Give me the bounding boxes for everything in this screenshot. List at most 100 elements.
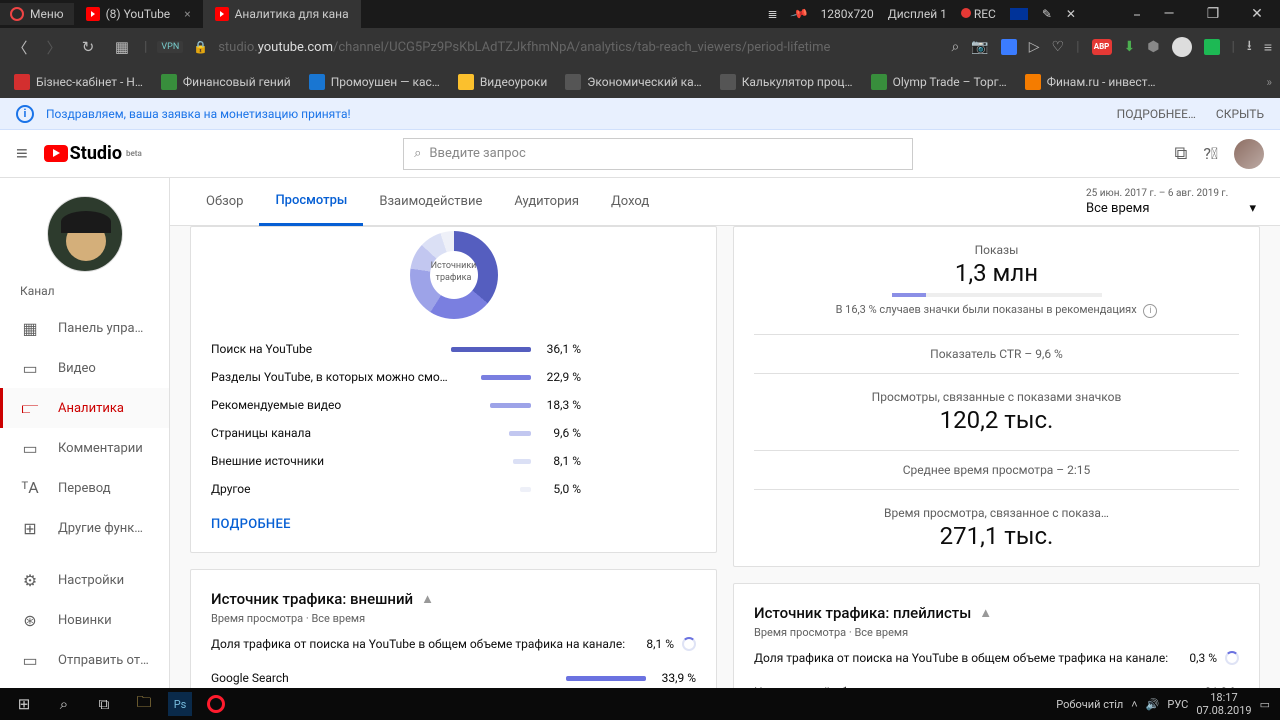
extension-icon[interactable] [1001, 39, 1017, 55]
card-subtitle: Время просмотра · Все время [754, 626, 1239, 639]
source-row[interactable]: Другое5,0 % [211, 475, 696, 503]
bookmark-item[interactable]: Видеоуроки [452, 71, 553, 93]
sidebar-item-analytics[interactable]: ⫍Аналитика [0, 388, 169, 428]
tab-engagement[interactable]: Взаимодействие [363, 178, 498, 226]
bookmark-item[interactable]: Olymp Trade – Торг… [865, 71, 1013, 93]
sidebar-item-translations[interactable]: ᵀAПеревод [0, 468, 169, 508]
browser-tab-youtube[interactable]: (8) YouTube × [74, 0, 203, 28]
hamburger-icon[interactable]: ≡ [16, 141, 28, 166]
close-rec-icon[interactable]: ✕ [1066, 7, 1076, 21]
forward-button[interactable]: 〉 [42, 35, 66, 59]
heart-icon[interactable]: ♡ [1052, 39, 1065, 55]
create-icon[interactable]: ⧉ [1174, 143, 1187, 164]
back-button[interactable]: 〈 [8, 35, 32, 59]
sidebar-item-comments[interactable]: ▭Комментарии [0, 428, 169, 468]
period-selector[interactable]: 25 июн. 2017 г. – 6 авг. 2019 г. Все вре… [1086, 188, 1256, 216]
extension-icon[interactable]: ⬢ [1147, 39, 1159, 55]
youtube-icon [44, 145, 68, 162]
close-button[interactable]: ✕ [1242, 6, 1272, 22]
download-icon[interactable]: ⬇ [1124, 39, 1136, 55]
browser-tab-analytics[interactable]: Аналитика для кана [203, 0, 361, 28]
sidebar-item-videos[interactable]: ▭Видео [0, 348, 169, 388]
avatar[interactable] [1234, 139, 1264, 169]
opera-icon[interactable] [196, 688, 236, 720]
bookmark-item[interactable]: Калькулятор проц… [714, 71, 859, 93]
close-icon[interactable]: × [184, 7, 190, 21]
windows-taskbar: ⊞ ⌕ ⧉ 🗀 Ps Робочий стіл ˄ 🔊 РУС 18:1707.… [0, 688, 1280, 720]
sidebar: Канал ▦Панель управления ▭Видео ⫍Аналити… [0, 178, 170, 720]
bookmark-item[interactable]: Бізнес-кабінет - Н… [8, 71, 149, 93]
bookmarks-overflow[interactable]: » [1266, 75, 1272, 89]
extension-icon[interactable] [1204, 39, 1220, 55]
sidebar-item-dashboard[interactable]: ▦Панель управления [0, 308, 169, 348]
more-button[interactable]: ПОДРОБНЕЕ [211, 503, 696, 532]
sidebar-item-feedback[interactable]: ▭Отправить отзыв [0, 640, 169, 680]
notification-banner: i Поздравляем, ваша заявка на монетизаци… [0, 98, 1280, 130]
source-row[interactable]: Разделы YouTube, в которых можно смотрет… [211, 363, 696, 391]
photoshop-icon[interactable]: Ps [168, 692, 192, 716]
source-row[interactable]: Страницы канала9,6 % [211, 419, 696, 447]
notification-more-button[interactable]: ПОДРОБНЕЕ… [1117, 107, 1196, 121]
search-button[interactable]: ⌕ [44, 688, 84, 720]
pin-icon[interactable]: 📌 [789, 4, 809, 24]
explorer-icon[interactable]: 🗀 [124, 688, 164, 720]
views-label: Просмотры, связанные с показами значков [754, 390, 1239, 404]
tab-revenue[interactable]: Доход [595, 178, 665, 226]
impressions-funnel-card: Показы 1,3 млн В 16,3 % случаев значки б… [733, 226, 1260, 567]
menu-icon[interactable]: ≡ [1264, 39, 1272, 56]
opera-menu-button[interactable]: Меню [0, 3, 74, 25]
impressions-value: 1,3 млн [754, 259, 1239, 287]
menu-icon[interactable]: ⎯ [1134, 7, 1140, 22]
recommendations-text: В 16,3 % случаев значки были показаны в … [836, 303, 1137, 316]
help-icon[interactable]: ?⃝ [1203, 144, 1218, 163]
video-icon: ▭ [20, 358, 40, 378]
eu-flag-icon[interactable] [1010, 8, 1028, 20]
bookmark-item[interactable]: Финансовый гений [155, 71, 297, 93]
card-title: Источник трафика: внешний [211, 590, 413, 608]
desktop-label[interactable]: Робочий стіл [1056, 698, 1123, 711]
source-row[interactable]: Внешние источники8,1 % [211, 447, 696, 475]
bookmark-item[interactable]: Промоушен — кас… [303, 71, 446, 93]
reload-button[interactable]: ↻ [76, 35, 100, 59]
bookmark-item[interactable]: Экономический ка… [559, 71, 707, 93]
bookmark-item[interactable]: Финам.ru - инвест… [1019, 71, 1162, 93]
abp-icon[interactable]: ABP [1092, 39, 1112, 55]
search-input[interactable]: ⌕ Введите запрос [403, 138, 913, 170]
language-indicator[interactable]: РУС [1167, 698, 1188, 711]
clock[interactable]: 18:1707.08.2019 [1196, 691, 1251, 717]
camera-icon[interactable]: 📷 [971, 39, 988, 55]
studio-header: ≡ Studiobeta ⌕ Введите запрос ⧉ ?⃝ [0, 130, 1280, 178]
avg-watch-label: Среднее время просмотра – 2:15 [734, 451, 1259, 489]
chevron-up-icon[interactable]: ˄ [1131, 698, 1137, 711]
notification-hide-button[interactable]: СКРЫТЬ [1216, 107, 1264, 121]
dashboard-icon: ▦ [20, 318, 40, 338]
search-icon[interactable]: ⌕ [951, 39, 959, 55]
studio-logo[interactable]: Studiobeta [44, 143, 142, 164]
taskview-button[interactable]: ⧉ [84, 688, 124, 720]
info-icon[interactable]: i [1143, 304, 1157, 318]
maximize-button[interactable]: ❐ [1198, 6, 1228, 22]
notifications-icon[interactable]: ▭ [1260, 698, 1270, 711]
pencil-icon[interactable]: ✎ [1042, 7, 1052, 21]
sidebar-item-settings[interactable]: ⚙Настройки [0, 560, 169, 600]
downloads-icon[interactable]: ⭳ [1247, 35, 1252, 59]
source-row[interactable]: Рекомендуемые видео18,3 % [211, 391, 696, 419]
speed-dial-icon[interactable]: ▦ [110, 35, 134, 59]
chevron-down-icon: ▾ [1249, 201, 1256, 216]
channel-avatar[interactable] [47, 196, 123, 272]
volume-icon[interactable]: 🔊 [1146, 698, 1160, 711]
tab-reach[interactable]: Просмотры [259, 178, 363, 226]
source-row[interactable]: Поиск на YouTube36,1 % [211, 335, 696, 363]
profile-avatar[interactable] [1172, 37, 1192, 57]
comments-icon: ▭ [20, 438, 40, 458]
sidebar-item-whatsnew[interactable]: ⊛Новинки [0, 600, 169, 640]
vpn-badge[interactable]: VPN [157, 41, 183, 53]
sidebar-item-other[interactable]: ⊞Другие функции [0, 508, 169, 548]
minimize-button[interactable]: — [1154, 6, 1184, 22]
tab-overview[interactable]: Обзор [190, 178, 259, 226]
play-icon[interactable]: ▷ [1029, 39, 1040, 55]
url-display[interactable]: studio.youtube.com/channel/UCG5Pz9PsKbLA… [218, 40, 830, 55]
start-button[interactable]: ⊞ [4, 688, 44, 720]
hamburger-icon[interactable]: ≣ [768, 7, 778, 21]
tab-audience[interactable]: Аудитория [498, 178, 595, 226]
